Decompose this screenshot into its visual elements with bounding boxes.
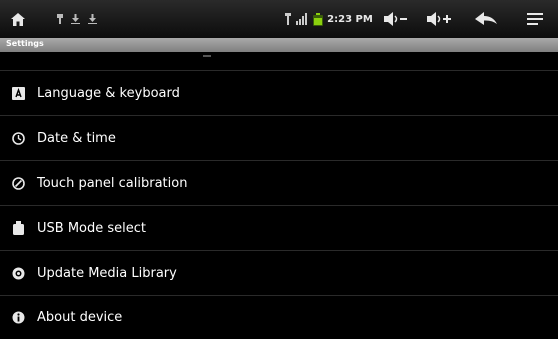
- scroll-indicator: [203, 55, 211, 57]
- list-item-partial[interactable]: [0, 52, 558, 71]
- download-icon: [70, 0, 80, 38]
- clock-icon: [12, 131, 25, 145]
- settings-list: Language & keyboard Date & time Touch pa…: [0, 52, 558, 339]
- volume-up-icon[interactable]: [425, 0, 455, 38]
- download-icon: [87, 0, 97, 38]
- settings-item-label: Language & keyboard: [37, 85, 180, 101]
- settings-item-label: About device: [37, 310, 123, 325]
- battery-icon: [312, 0, 324, 38]
- settings-item-touch-calibration[interactable]: Touch panel calibration: [0, 161, 558, 206]
- settings-item-label: USB Mode select: [37, 220, 146, 236]
- status-bar: 2:23 PM: [0, 0, 558, 38]
- title-bar: Settings: [0, 38, 558, 52]
- clock-text: 2:23 PM: [327, 13, 373, 25]
- page-title: Settings: [6, 39, 44, 48]
- usb-mode-icon: [12, 221, 25, 235]
- volume-down-icon[interactable]: [382, 0, 410, 38]
- usb-icon: [283, 0, 293, 38]
- signal-icon: [295, 0, 309, 38]
- settings-item-label: Update Media Library: [37, 265, 177, 281]
- settings-item-about-device[interactable]: About device: [0, 296, 558, 339]
- menu-icon[interactable]: [525, 0, 545, 38]
- back-icon[interactable]: [473, 0, 499, 38]
- settings-item-language-keyboard[interactable]: Language & keyboard: [0, 71, 558, 116]
- keyboard-icon: [12, 86, 25, 100]
- media-library-icon: [12, 267, 25, 280]
- settings-item-date-time[interactable]: Date & time: [0, 116, 558, 161]
- home-icon[interactable]: [8, 0, 28, 38]
- settings-item-usb-mode[interactable]: USB Mode select: [0, 206, 558, 251]
- settings-item-label: Date & time: [37, 130, 116, 146]
- info-icon: [12, 311, 25, 324]
- usb-icon: [55, 0, 65, 38]
- calibration-icon: [12, 176, 25, 190]
- settings-item-update-media[interactable]: Update Media Library: [0, 251, 558, 296]
- settings-item-label: Touch panel calibration: [37, 175, 188, 191]
